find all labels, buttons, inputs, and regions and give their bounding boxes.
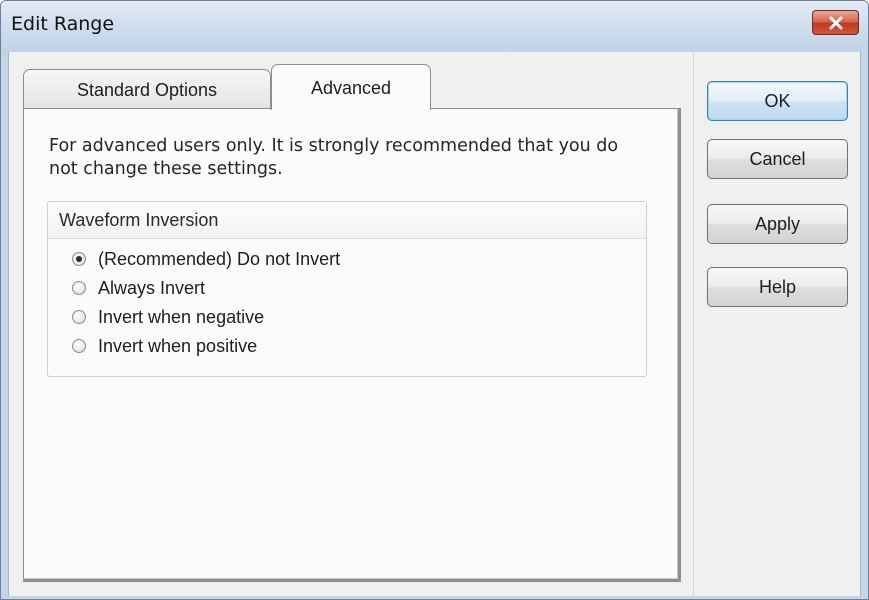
tab-advanced[interactable]: Advanced — [271, 64, 431, 110]
group-title: Waveform Inversion — [59, 210, 219, 230]
title-bar[interactable]: Edit Range — [1, 1, 868, 51]
help-button[interactable]: Help — [707, 267, 848, 307]
cancel-button[interactable]: Cancel — [707, 139, 848, 179]
window-title: Edit Range — [11, 13, 115, 35]
radio-label: Invert when positive — [98, 335, 258, 356]
radio-label: (Recommended) Do not Invert — [98, 248, 341, 269]
tab-standard-options-label: Standard Options — [76, 80, 218, 100]
close-button[interactable] — [812, 10, 859, 35]
radio-always-invert[interactable]: Always Invert — [72, 276, 205, 300]
tab-standard-options[interactable]: Standard Options — [23, 69, 271, 109]
radio-invert-when-negative[interactable]: Invert when negative — [72, 305, 264, 329]
radio-label: Always Invert — [98, 277, 206, 298]
advanced-notice-text: For advanced users only. It is strongly … — [49, 136, 619, 179]
waveform-inversion-group: Waveform Inversion (Recommended) Do not … — [47, 201, 647, 377]
apply-button[interactable]: Apply — [707, 204, 848, 244]
group-header: Waveform Inversion — [48, 202, 646, 239]
close-icon — [829, 16, 842, 29]
radio-invert-when-positive[interactable]: Invert when positive — [72, 334, 257, 358]
window-bottom-border — [8, 596, 861, 599]
advanced-tab-panel: For advanced users only. It is strongly … — [23, 108, 681, 582]
ok-button[interactable]: OK — [707, 81, 848, 121]
radio-button[interactable] — [72, 339, 86, 353]
radio-button[interactable] — [72, 310, 86, 324]
radio-button[interactable] — [72, 281, 86, 295]
radio-button-selected[interactable] — [72, 252, 86, 266]
radio-do-not-invert[interactable]: (Recommended) Do not Invert — [72, 247, 340, 271]
tab-advanced-label: Advanced — [310, 78, 392, 98]
edit-range-dialog: Edit Range Standard Options Advanced For… — [0, 0, 869, 600]
radio-label: Invert when negative — [98, 306, 265, 327]
button-column-divider — [693, 52, 694, 599]
dialog-client-area: Standard Options Advanced For advanced u… — [8, 52, 861, 599]
